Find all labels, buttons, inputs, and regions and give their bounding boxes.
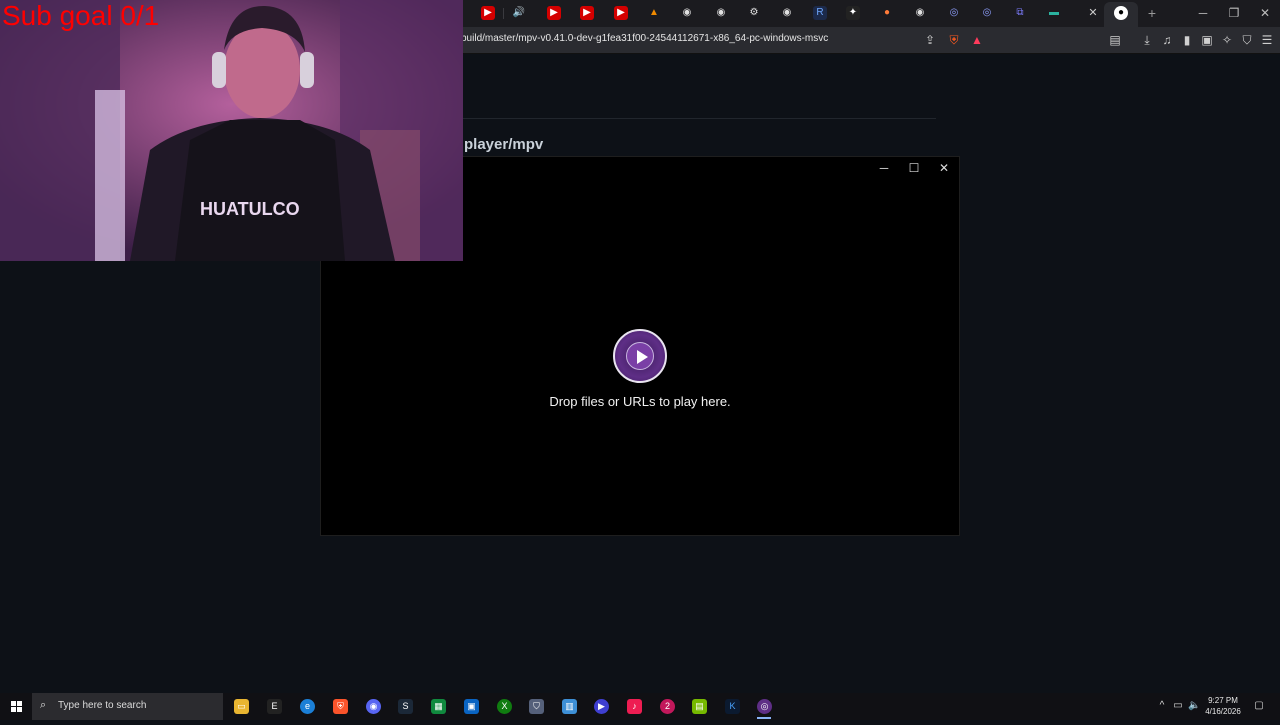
link-tab-icon[interactable]: ⧉ (1013, 6, 1027, 20)
reader-icon[interactable]: ▤ (1108, 33, 1122, 47)
edge-icon[interactable]: e (300, 699, 315, 714)
active-tab[interactable]: ● (1104, 2, 1138, 27)
webcam-overlay: HUATULCO Sub goal 0/1 (0, 0, 463, 261)
repo-title[interactable]: player/mpv (464, 136, 543, 153)
copilot-tab-icon[interactable]: ◎ (947, 6, 961, 20)
webcam-feed: HUATULCO (0, 0, 463, 261)
leo-ai-icon[interactable]: ✧ (1220, 33, 1234, 47)
store-icon[interactable]: ▣ (464, 699, 479, 714)
download-icon[interactable]: ⤓ (1140, 33, 1154, 47)
record-tab-icon[interactable]: ◉ (913, 6, 927, 20)
r-tab-icon[interactable]: R (813, 6, 827, 20)
chevron-up-icon[interactable]: ^ (1156, 700, 1168, 712)
nvidia-icon[interactable]: ▤ (692, 699, 707, 714)
address-bar[interactable]: build/master/mpv-v0.41.0-dev-g1fea31f00-… (461, 33, 828, 44)
start-button[interactable] (0, 693, 32, 720)
mpv-logo-inner (626, 342, 654, 370)
search-icon: ⌕ (40, 699, 47, 711)
record-tab-icon[interactable]: ◉ (714, 6, 728, 20)
osu-icon[interactable]: 2 (660, 699, 675, 714)
mpv-minimize-button[interactable]: ─ (872, 159, 896, 177)
project-icon[interactable]: ▦ (431, 699, 446, 714)
clock-time: 9:27 PM (1208, 696, 1238, 705)
tiktok-icon[interactable]: ♪ (627, 699, 642, 714)
star-tab-icon[interactable]: ✦ (846, 6, 860, 20)
running-indicator (757, 717, 771, 719)
mpv-maximize-button[interactable]: ☐ (902, 159, 926, 177)
gear-tab-icon[interactable]: ⚙ (747, 6, 761, 20)
youtube-tab-icon[interactable]: ▶ (547, 6, 561, 20)
volume-icon[interactable]: 🔈 (1188, 700, 1200, 712)
epic-games-icon[interactable]: E (267, 699, 282, 714)
github-icon: ● (1114, 6, 1128, 20)
brave-rewards-icon[interactable]: ▲ (970, 33, 984, 47)
xbox-icon[interactable]: X (497, 699, 512, 714)
brave-icon[interactable]: ⛨ (333, 699, 348, 714)
firefox-tab-icon[interactable]: ● (880, 6, 894, 20)
file-explorer-icon[interactable]: ▭ (234, 699, 249, 714)
record-tab-icon[interactable]: ◉ (680, 6, 694, 20)
copilot-tab-icon[interactable]: ◎ (980, 6, 994, 20)
music-icon[interactable]: ♫ (1160, 33, 1174, 47)
network-icon[interactable]: ▭ (1172, 700, 1184, 712)
menu-icon[interactable]: ☰ (1260, 33, 1274, 47)
tab-separator (503, 8, 504, 19)
windows-taskbar: ⌕ Type here to search ▭ E e ⛨ ◉ S ▦ ▣ X … (0, 693, 1280, 720)
k-app-icon[interactable]: K (725, 699, 740, 714)
drop-hint: Drop files or URLs to play here. (549, 394, 731, 409)
mpv-logo-icon (613, 329, 667, 383)
youtube-tab-icon[interactable]: ▶ (614, 6, 628, 20)
chat-tab-icon[interactable]: ▬ (1047, 6, 1061, 20)
svg-text:HUATULCO: HUATULCO (200, 199, 300, 219)
play-icon (637, 350, 648, 364)
clock-date: 4/16/2026 (1205, 707, 1241, 716)
shield-app-icon[interactable]: ⛉ (529, 699, 544, 714)
youtube-tab-icon[interactable]: ▶ (580, 6, 594, 20)
vlc-tab-icon[interactable]: ▲ (647, 6, 661, 20)
windows-logo-icon (11, 701, 22, 712)
new-tab-button[interactable]: + (1145, 6, 1159, 20)
maximize-button[interactable]: ❐ (1221, 4, 1247, 22)
mpv-close-button[interactable]: ✕ (932, 159, 956, 177)
close-button[interactable]: ✕ (1252, 4, 1278, 22)
audio-tab-icon[interactable]: 🔊 (512, 6, 526, 20)
share-icon[interactable]: ⇪ (923, 33, 937, 47)
close-tab-icon[interactable]: ✕ (1086, 6, 1100, 20)
system-clock[interactable]: 9:27 PM 4/16/2026 (1200, 695, 1246, 717)
youtube-tab-icon[interactable]: ▶ (481, 6, 495, 20)
brave-shield-icon[interactable]: ⛨ (947, 33, 961, 47)
library-icon[interactable]: ▥ (562, 699, 577, 714)
discord-icon[interactable]: ◉ (366, 699, 381, 714)
search-placeholder: Type here to search (58, 700, 147, 711)
wallet-icon[interactable]: ▣ (1200, 33, 1214, 47)
sub-goal-overlay-text: Sub goal 0/1 (2, 0, 160, 31)
minimize-button[interactable]: ─ (1190, 4, 1216, 22)
steam-icon[interactable]: S (398, 699, 413, 714)
mpv-taskbar-icon[interactable]: ◎ (757, 699, 772, 714)
taskbar-search-box[interactable]: ⌕ Type here to search (32, 693, 223, 720)
sidebar-icon[interactable]: ▮ (1180, 33, 1194, 47)
notification-icon[interactable]: ▢ (1253, 700, 1265, 712)
vpn-icon[interactable]: ⛉ (1240, 33, 1254, 47)
page-divider (462, 118, 936, 119)
chat-app-icon[interactable]: ▶ (594, 699, 609, 714)
record-tab-icon[interactable]: ◉ (780, 6, 794, 20)
